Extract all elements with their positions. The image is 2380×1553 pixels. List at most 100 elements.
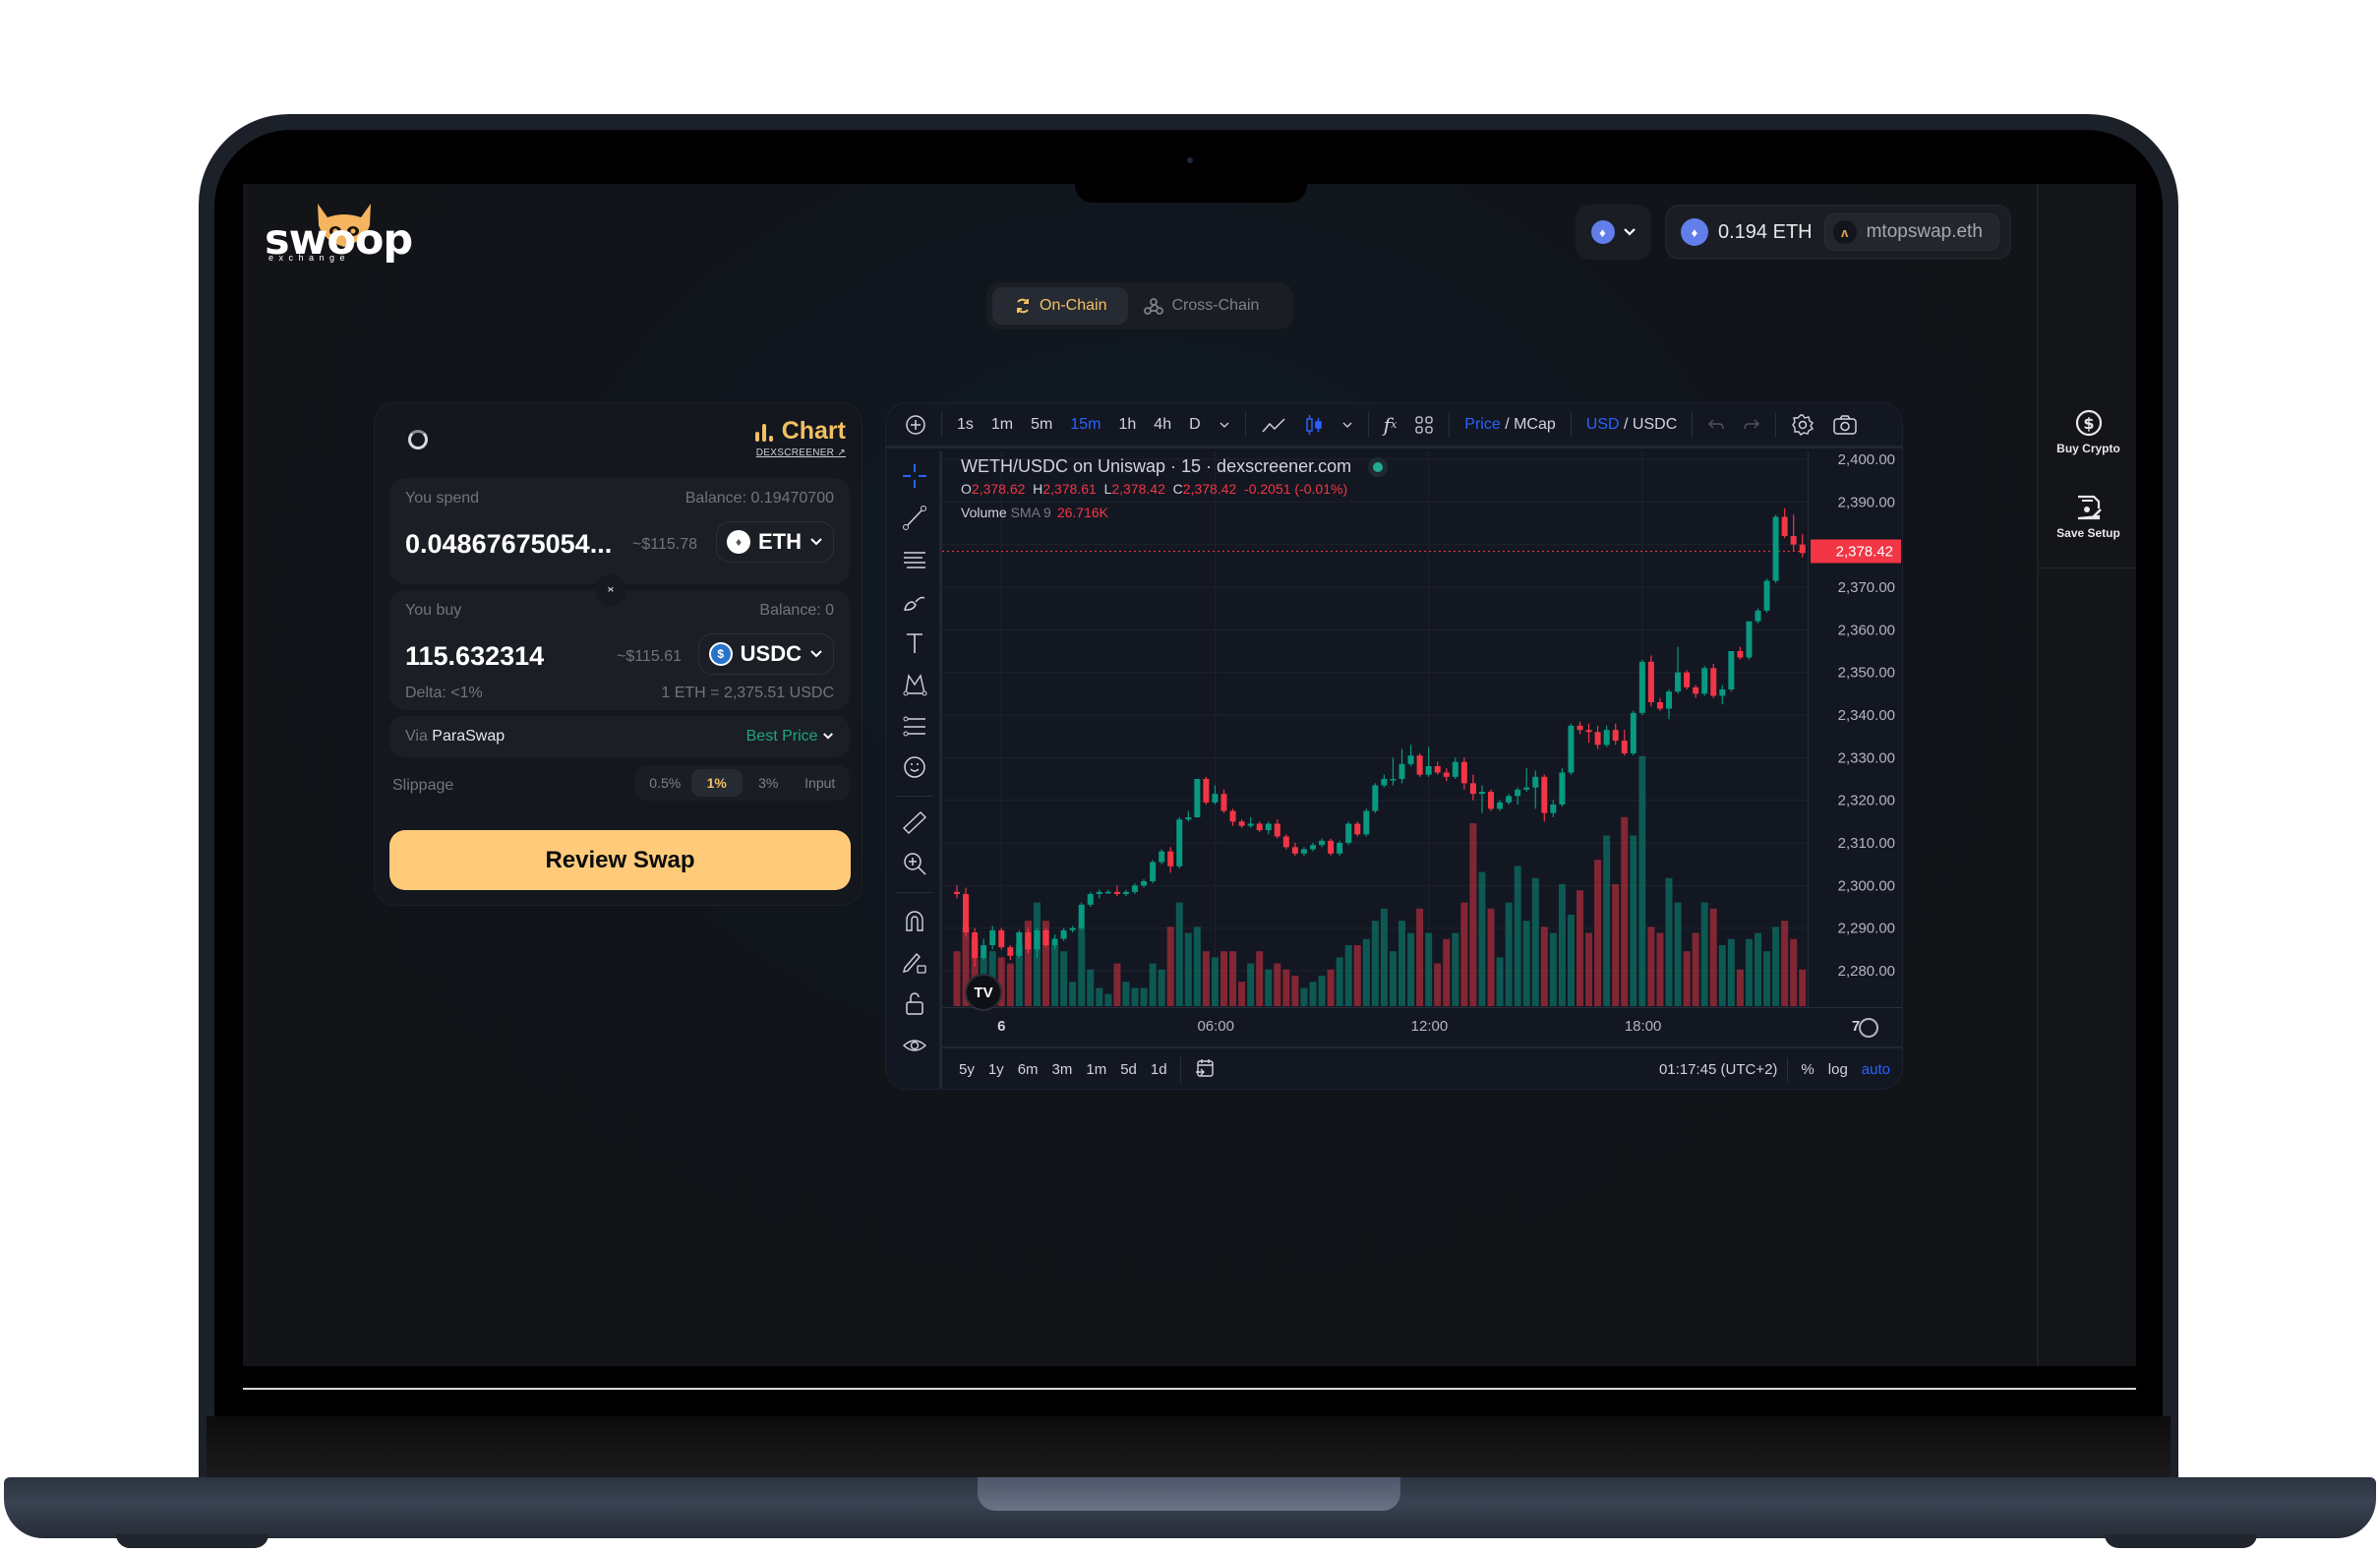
add-symbol-button[interactable]: [896, 403, 935, 446]
price-tick-label: 2,300.00: [1838, 877, 1895, 894]
range-5y[interactable]: 5y: [952, 1061, 982, 1078]
candle-body: [1078, 904, 1085, 928]
plus-circle-icon: [906, 414, 925, 435]
layout-grid-icon[interactable]: [1405, 403, 1443, 446]
magnet-icon[interactable]: [900, 906, 929, 935]
interval-d[interactable]: D: [1180, 403, 1210, 446]
refresh-spinner-icon[interactable]: [408, 430, 428, 449]
spend-token-selector[interactable]: ♦ ETH: [716, 521, 834, 563]
interval-1s[interactable]: 1s: [948, 403, 982, 446]
volume-bar: [1069, 982, 1077, 1006]
range-1y[interactable]: 1y: [982, 1061, 1011, 1078]
buy-token-selector[interactable]: $ USDC: [697, 633, 834, 675]
candle: [1291, 843, 1298, 856]
slippage-custom-input[interactable]: Input: [795, 769, 847, 797]
interval-15m[interactable]: 15m: [1061, 403, 1109, 446]
line-chart-icon[interactable]: [1252, 403, 1295, 446]
zoom-in-icon[interactable]: [900, 849, 929, 878]
buy-amount-input[interactable]: [405, 641, 631, 672]
brush-icon[interactable]: [900, 587, 929, 617]
save-setup-button[interactable]: Save Setup: [2039, 493, 2136, 540]
chart-toggle-link[interactable]: Chart DEXSCREENER ↗: [754, 417, 846, 458]
emoji-icon[interactable]: [900, 752, 929, 782]
range-1m[interactable]: 1m: [1079, 1061, 1113, 1078]
logo[interactable]: swoop exchange: [265, 204, 413, 265]
candle: [1310, 843, 1316, 852]
log-scale-toggle[interactable]: log: [1821, 1061, 1855, 1078]
candle-body: [1016, 932, 1023, 956]
volume-bar: [1051, 945, 1059, 1006]
wallet-account[interactable]: ʌ mtopswap.eth: [1823, 213, 1999, 251]
review-swap-button[interactable]: Review Swap: [389, 830, 851, 890]
volume-bar: [1577, 890, 1583, 1006]
price-tick-label: 2,370.00: [1838, 579, 1895, 596]
candle: [1274, 819, 1280, 839]
percent-scale-toggle[interactable]: %: [1794, 1061, 1820, 1078]
buy-crypto-button[interactable]: $ Buy Crypto: [2039, 408, 2136, 455]
interval-5m[interactable]: 5m: [1022, 403, 1061, 446]
forecast-icon[interactable]: [900, 711, 929, 741]
auto-scale-toggle[interactable]: auto: [1855, 1061, 1902, 1078]
settings-gear-icon[interactable]: [1782, 403, 1823, 446]
time-axis[interactable]: 606:0012:0018:00703:: [942, 1007, 1902, 1046]
go-to-date-icon[interactable]: [1187, 1057, 1222, 1083]
slippage-option[interactable]: 3%: [743, 769, 795, 797]
candle-body: [1025, 932, 1032, 950]
flip-tokens-button[interactable]: ⌄ ⌃: [595, 574, 626, 606]
tradingview-logo[interactable]: TV: [965, 974, 1002, 1011]
candle-body: [1150, 862, 1157, 881]
currency-toggle[interactable]: USD / USDC: [1577, 403, 1686, 446]
slippage-option[interactable]: 1%: [690, 769, 743, 797]
candle: [1407, 745, 1414, 766]
candle-body: [1407, 755, 1414, 764]
volume-bar: [1558, 884, 1566, 1006]
sidebar-divider: [2039, 567, 2136, 568]
price-plot[interactable]: [942, 451, 1808, 1007]
candle-body: [1693, 687, 1699, 694]
time-tick-label: 06:00: [1197, 1018, 1234, 1035]
tab-cross-chain[interactable]: Cross-Chain: [1132, 287, 1271, 325]
unlock-icon[interactable]: [900, 988, 929, 1018]
dollar-circle-icon: $: [2075, 409, 2102, 437]
network-selector[interactable]: ♦: [1576, 205, 1651, 260]
slippage-option[interactable]: 0.5%: [639, 769, 691, 797]
trend-line-icon[interactable]: [900, 503, 929, 532]
tab-on-chain[interactable]: On-Chain: [992, 287, 1129, 325]
range-6m[interactable]: 6m: [1011, 1061, 1045, 1078]
lock-drawings-icon[interactable]: [900, 947, 929, 977]
eye-icon[interactable]: [900, 1032, 929, 1061]
candle-body: [1675, 672, 1682, 692]
candle-body: [954, 891, 960, 894]
candle-body: [1585, 730, 1592, 733]
range-5d[interactable]: 5d: [1113, 1061, 1144, 1078]
candle-body: [1141, 881, 1148, 886]
price-mcap-toggle[interactable]: Price / MCap: [1456, 403, 1565, 446]
crosshair-icon[interactable]: [900, 461, 929, 491]
interval-4h[interactable]: 4h: [1145, 403, 1180, 446]
candles-icon[interactable]: [1295, 403, 1333, 446]
wallet-button[interactable]: ♦ 0.194 ETH ʌ mtopswap.eth: [1665, 205, 2011, 260]
range-3m[interactable]: 3m: [1045, 1061, 1080, 1078]
pattern-icon[interactable]: [900, 670, 929, 699]
time-axis-settings-icon[interactable]: [1859, 1018, 1878, 1038]
volume-bar: [1790, 938, 1798, 1006]
ruler-icon[interactable]: [900, 807, 929, 837]
redo-icon[interactable]: [1734, 403, 1769, 446]
chart-type-chevron-icon[interactable]: [1333, 403, 1362, 446]
external-link-icon: ↗: [837, 448, 846, 458]
text-tool-icon[interactable]: [900, 628, 929, 658]
price-axis[interactable]: 2,400.002,390.002,380.002,370.002,360.00…: [1808, 451, 1903, 1007]
range-1d[interactable]: 1d: [1144, 1061, 1174, 1078]
indicators-fx-icon[interactable]: fx: [1375, 403, 1406, 446]
interval-1m[interactable]: 1m: [982, 403, 1022, 446]
screenshot-camera-icon[interactable]: [1823, 403, 1867, 446]
volume-bar: [1416, 908, 1424, 1006]
interval-1h[interactable]: 1h: [1110, 403, 1146, 446]
fib-lines-icon[interactable]: [900, 545, 929, 574]
candle: [1212, 785, 1219, 805]
route-selector[interactable]: Via ParaSwap Best Price: [389, 716, 850, 757]
spend-amount-input[interactable]: [405, 529, 631, 560]
undo-icon[interactable]: [1698, 403, 1734, 446]
interval-dropdown-chevron-icon[interactable]: [1210, 403, 1239, 446]
candle: [1122, 889, 1129, 897]
